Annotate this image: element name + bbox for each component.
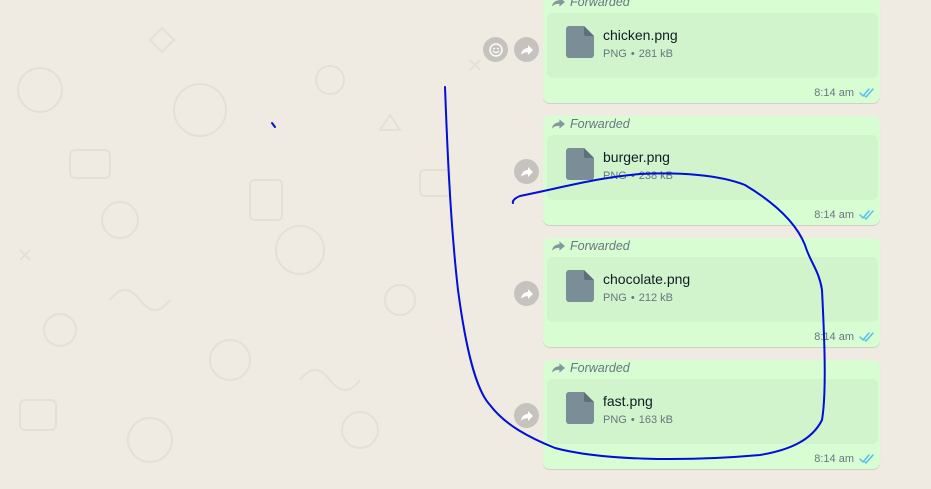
file-message: Forwarded fast.png PNG • 163 kB 8:14 am	[543, 360, 880, 469]
file-name: fast.png	[603, 393, 653, 409]
forwarded-indicator: Forwarded	[552, 0, 630, 10]
forwarded-label: Forwarded	[570, 0, 630, 9]
file-type: PNG	[603, 48, 627, 60]
file-type: PNG	[603, 170, 627, 182]
file-meta: PNG • 281 kB	[603, 48, 673, 60]
document-file-icon	[566, 26, 594, 58]
document-file-icon	[566, 392, 594, 424]
forwarded-arrow-icon	[552, 363, 565, 373]
forward-arrow-icon	[520, 166, 533, 177]
message-time: 8:14 am	[814, 331, 854, 343]
file-message: Forwarded chicken.png PNG • 281 kB 8:14 am	[543, 0, 880, 103]
document-attachment[interactable]: chicken.png PNG • 281 kB	[547, 13, 878, 78]
forward-button[interactable]	[514, 37, 539, 62]
forwarded-label: Forwarded	[570, 239, 630, 253]
forward-arrow-icon	[520, 44, 533, 55]
emoji-reaction-button[interactable]	[483, 37, 508, 62]
double-check-read-icon	[859, 454, 874, 464]
forwarded-indicator: Forwarded	[552, 116, 630, 132]
forwarded-indicator: Forwarded	[552, 360, 630, 376]
document-attachment[interactable]: burger.png PNG • 238 kB	[547, 135, 878, 200]
message-time: 8:14 am	[814, 453, 854, 465]
file-size: 281 kB	[638, 48, 673, 60]
file-meta: PNG • 163 kB	[603, 414, 673, 426]
document-file-icon	[566, 148, 594, 180]
document-attachment[interactable]: fast.png PNG • 163 kB	[547, 379, 878, 444]
forward-arrow-icon	[520, 410, 533, 421]
file-size: 238 kB	[638, 170, 673, 182]
forwarded-indicator: Forwarded	[552, 238, 630, 254]
forwarded-arrow-icon	[552, 119, 565, 129]
forward-button[interactable]	[514, 159, 539, 184]
double-check-read-icon	[859, 88, 874, 98]
file-message: Forwarded chocolate.png PNG • 212 kB 8:14 …	[543, 238, 880, 347]
file-type: PNG	[603, 414, 627, 426]
double-check-read-icon	[859, 332, 874, 342]
message-time: 8:14 am	[814, 209, 854, 221]
file-meta: PNG • 212 kB	[603, 292, 673, 304]
file-size: 163 kB	[638, 414, 673, 426]
message-time: 8:14 am	[814, 87, 854, 99]
forward-arrow-icon	[520, 288, 533, 299]
file-meta: PNG • 238 kB	[603, 170, 673, 182]
forwarded-label: Forwarded	[570, 117, 630, 131]
file-name: chocolate.png	[603, 271, 691, 287]
smiley-icon	[488, 42, 503, 57]
document-file-icon	[566, 270, 594, 302]
file-message: Forwarded burger.png PNG • 238 kB 8:14 am	[543, 116, 880, 225]
file-type: PNG	[603, 292, 627, 304]
forwarded-arrow-icon	[552, 0, 565, 7]
forwarded-label: Forwarded	[570, 361, 630, 375]
forward-button[interactable]	[514, 403, 539, 428]
file-size: 212 kB	[638, 292, 673, 304]
double-check-read-icon	[859, 210, 874, 220]
file-name: chicken.png	[603, 27, 678, 43]
forwarded-arrow-icon	[552, 241, 565, 251]
file-name: burger.png	[603, 149, 670, 165]
forward-button[interactable]	[514, 281, 539, 306]
document-attachment[interactable]: chocolate.png PNG • 212 kB	[547, 257, 878, 322]
